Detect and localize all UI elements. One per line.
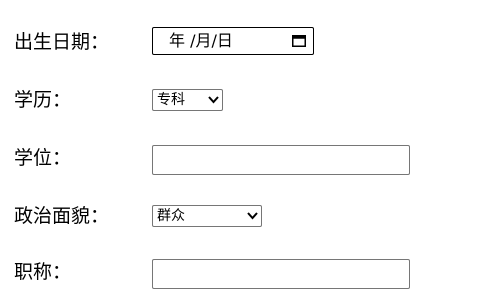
- chevron-down-icon: [247, 212, 258, 220]
- political-status-select[interactable]: 群众: [152, 205, 262, 227]
- title-row: 职称：: [0, 254, 480, 290]
- calendar-icon[interactable]: [292, 35, 306, 47]
- birthdate-row: 出生日期： 年 /月/日: [0, 24, 480, 60]
- political-status-row: 政治面貌： 群众: [0, 198, 480, 234]
- birthdate-label: 出生日期：: [14, 31, 110, 53]
- birthdate-input[interactable]: 年 /月/日: [152, 27, 314, 55]
- chevron-down-icon: [208, 96, 219, 104]
- education-selected: 专科: [157, 92, 185, 108]
- degree-input[interactable]: [152, 145, 410, 175]
- education-row: 学历： 专科: [0, 82, 480, 118]
- birthdate-display: 年 /月/日: [169, 31, 233, 50]
- education-select[interactable]: 专科: [152, 89, 223, 111]
- political-status-label: 政治面貌：: [14, 205, 110, 227]
- education-label: 学历：: [14, 89, 72, 111]
- title-input[interactable]: [152, 259, 410, 289]
- degree-row: 学位：: [0, 140, 480, 176]
- degree-label: 学位：: [14, 147, 72, 169]
- political-status-selected: 群众: [157, 208, 185, 224]
- title-label: 职称：: [14, 261, 72, 283]
